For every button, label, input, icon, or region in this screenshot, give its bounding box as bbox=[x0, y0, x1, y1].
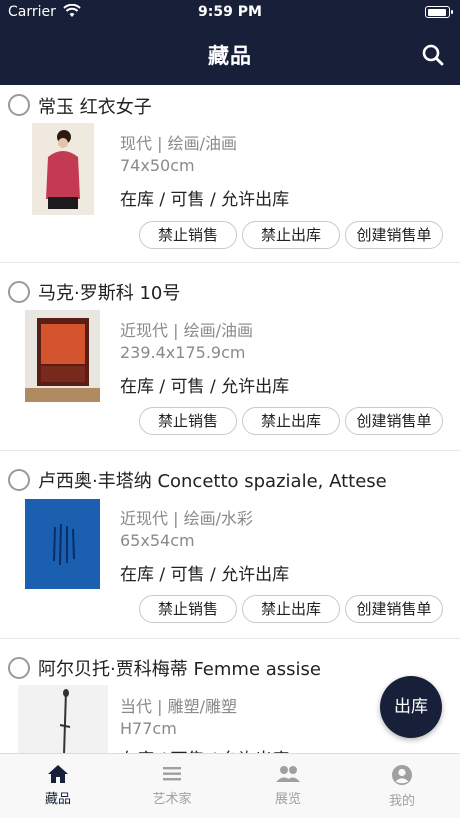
tab-label: 藏品 bbox=[44, 792, 71, 807]
item-size: 74x50cm bbox=[120, 156, 195, 175]
disable-sale-button[interactable]: 禁止销售 bbox=[139, 407, 237, 435]
tab-mine[interactable]: 我的 bbox=[362, 764, 442, 809]
list-item[interactable]: 马克·罗斯科 10号 近现代 | 绘画/油画 239.4x175.9cm 在库 … bbox=[0, 263, 460, 451]
disable-checkout-button[interactable]: 禁止出库 bbox=[242, 407, 340, 435]
create-sale-order-button[interactable]: 创建销售单 bbox=[345, 407, 443, 435]
artwork-thumbnail bbox=[18, 685, 108, 753]
item-status: 在库 / 可售 / 允许出库 bbox=[120, 565, 290, 585]
select-radio[interactable] bbox=[8, 94, 30, 116]
list-icon bbox=[163, 767, 181, 781]
item-status: 在库 / 可售 / 允许出库 bbox=[120, 745, 289, 753]
item-status: 在库 / 可售 / 允许出库 bbox=[120, 190, 290, 210]
status-bar: Carrier 9:59 PM bbox=[0, 0, 460, 24]
tab-label: 展览 bbox=[274, 792, 301, 807]
item-title: 阿尔贝托·贾科梅蒂 Femme assise bbox=[38, 659, 321, 680]
tab-exhibition[interactable]: 展览 bbox=[248, 764, 328, 807]
user-icon bbox=[392, 765, 412, 785]
create-sale-order-button[interactable]: 创建销售单 bbox=[345, 221, 443, 249]
navigation-bar: Carrier 9:59 PM 藏品 bbox=[0, 0, 460, 85]
select-radio[interactable] bbox=[8, 657, 30, 679]
collection-list: 常玉 红衣女子 现代 | 绘画/油画 74x50cm 在库 / 可售 / 允许出… bbox=[0, 85, 460, 753]
artwork-thumbnail bbox=[25, 499, 100, 589]
item-title: 马克·罗斯科 10号 bbox=[38, 283, 181, 304]
item-category: 近现代 | 绘画/油画 bbox=[120, 321, 253, 340]
artwork-thumbnail bbox=[25, 310, 100, 402]
item-size: H77cm bbox=[120, 719, 177, 738]
tab-bar: 藏品 艺术家 展览 我的 bbox=[0, 753, 460, 818]
item-title: 卢西奥·丰塔纳 Concetto spaziale, Attese bbox=[38, 471, 387, 492]
item-status: 在库 / 可售 / 允许出库 bbox=[120, 377, 290, 397]
item-size: 65x54cm bbox=[120, 531, 195, 550]
list-item[interactable]: 卢西奥·丰塔纳 Concetto spaziale, Attese 近现代 | … bbox=[0, 451, 460, 639]
item-category: 现代 | 绘画/油画 bbox=[120, 134, 237, 153]
tab-label: 艺术家 bbox=[152, 792, 192, 807]
status-time: 9:59 PM bbox=[198, 4, 262, 20]
battery-icon bbox=[425, 6, 453, 18]
home-icon bbox=[48, 765, 68, 783]
create-sale-order-button[interactable]: 创建销售单 bbox=[345, 595, 443, 623]
tab-label: 我的 bbox=[388, 794, 415, 809]
item-title: 常玉 红衣女子 bbox=[38, 97, 152, 118]
checkout-fab-button[interactable]: 出库 bbox=[380, 676, 442, 738]
people-icon bbox=[276, 766, 300, 782]
disable-checkout-button[interactable]: 禁止出库 bbox=[242, 221, 340, 249]
list-item[interactable]: 常玉 红衣女子 现代 | 绘画/油画 74x50cm 在库 / 可售 / 允许出… bbox=[0, 85, 460, 263]
tab-collection[interactable]: 藏品 bbox=[18, 764, 98, 807]
select-radio[interactable] bbox=[8, 469, 30, 491]
disable-sale-button[interactable]: 禁止销售 bbox=[139, 221, 237, 249]
artwork-thumbnail bbox=[32, 123, 94, 215]
page-title: 藏品 bbox=[208, 44, 252, 68]
tab-artist[interactable]: 艺术家 bbox=[132, 764, 212, 807]
item-size: 239.4x175.9cm bbox=[120, 343, 246, 362]
search-icon[interactable] bbox=[420, 42, 446, 68]
disable-checkout-button[interactable]: 禁止出库 bbox=[242, 595, 340, 623]
item-category: 当代 | 雕塑/雕塑 bbox=[120, 697, 237, 716]
disable-sale-button[interactable]: 禁止销售 bbox=[139, 595, 237, 623]
item-category: 近现代 | 绘画/水彩 bbox=[120, 509, 253, 528]
select-radio[interactable] bbox=[8, 281, 30, 303]
